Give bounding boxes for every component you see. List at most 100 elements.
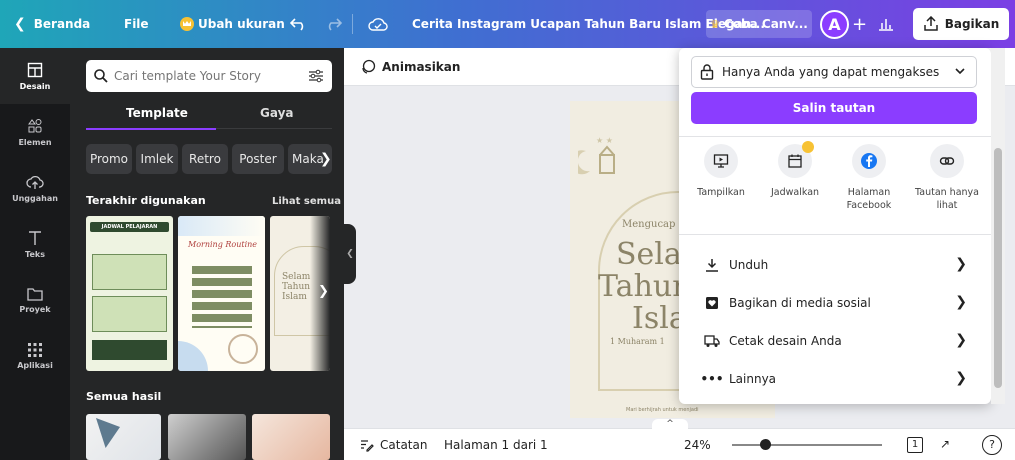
cloud-save-status[interactable] xyxy=(368,0,388,48)
rail-label: Elemen xyxy=(18,137,52,147)
rail-item-apps[interactable]: Aplikasi xyxy=(0,328,70,384)
chevron-up-icon[interactable]: ^ xyxy=(652,419,688,431)
share-option-label: Halaman Facebook xyxy=(846,187,892,211)
share-button[interactable]: Bagikan xyxy=(913,8,1009,40)
back-home-button[interactable]: ❮ Beranda xyxy=(14,0,90,48)
chevron-right-icon[interactable]: ❯ xyxy=(318,284,329,299)
try-canva-label: Coba Canv... xyxy=(723,17,808,31)
truck-icon xyxy=(703,334,721,348)
download-row[interactable]: Unduh ❯ xyxy=(679,246,991,284)
recent-template-islamic[interactable]: Selam Tahun Islam ❯ xyxy=(270,216,330,371)
collapse-panel-button[interactable]: ❮ xyxy=(344,224,356,284)
rail-item-uploads[interactable]: Unggahan xyxy=(0,160,70,216)
share-label: Bagikan xyxy=(944,17,1000,31)
routine-title: Morning Routine xyxy=(188,240,258,249)
animate-button[interactable]: Animasikan xyxy=(360,59,460,75)
page-indicator[interactable]: Halaman 1 dari 1 xyxy=(444,438,548,452)
redo-icon xyxy=(328,18,342,31)
apps-icon xyxy=(28,342,42,357)
chip-promo[interactable]: Promo xyxy=(86,144,132,174)
avatar[interactable]: A xyxy=(820,10,849,39)
facebook-icon xyxy=(852,144,886,178)
chevron-right-icon: ❯ xyxy=(955,370,967,386)
rail-item-text[interactable]: Teks xyxy=(0,216,70,272)
design-icon xyxy=(27,62,43,77)
active-tab-indicator xyxy=(86,128,216,130)
crown-badge-icon xyxy=(802,141,814,153)
scrollbar-thumb[interactable] xyxy=(994,148,1002,388)
access-dropdown[interactable]: Hanya Anda yang dapat mengakses xyxy=(691,56,977,88)
filter-icon[interactable] xyxy=(308,68,324,84)
popup-scrollbar[interactable] xyxy=(991,48,1005,404)
notes-button[interactable]: Catatan xyxy=(360,438,427,452)
share-option-present[interactable]: Tampilkan xyxy=(685,144,757,199)
crown-small-icon: ♛ xyxy=(710,17,720,31)
schedule-footer xyxy=(92,340,167,360)
lantern-decor: ★ ★ xyxy=(570,121,628,181)
rail-label: Desain xyxy=(19,81,51,91)
zoom-slider-handle[interactable] xyxy=(760,439,771,450)
search-icon xyxy=(94,69,108,83)
share-social-row[interactable]: Bagikan di media sosial ❯ xyxy=(679,284,991,322)
resize-label: Ubah ukuran xyxy=(198,17,285,31)
help-button[interactable]: ? xyxy=(982,435,1002,455)
schedule-grid-top xyxy=(92,254,167,290)
try-canva-pro-button[interactable]: ♛ Coba Canv... xyxy=(706,10,812,38)
result-thumb-2[interactable] xyxy=(168,414,246,460)
more-row[interactable]: ••• Lainnya ❯ xyxy=(679,360,991,398)
animate-icon xyxy=(362,59,376,74)
svg-text:★ ★: ★ ★ xyxy=(596,136,613,145)
share-option-view-link[interactable]: Tautan hanya lihat xyxy=(911,144,983,212)
copy-link-button[interactable]: Salin tautan xyxy=(691,92,977,124)
chip-poster[interactable]: Poster xyxy=(232,144,284,174)
chevron-right-icon[interactable]: ❯ xyxy=(320,151,332,167)
see-all-link[interactable]: Lihat semua xyxy=(272,196,341,207)
notes-label: Catatan xyxy=(380,438,428,452)
zoom-slider-track[interactable] xyxy=(732,444,882,446)
fullscreen-icon[interactable]: ↗ xyxy=(940,437,950,451)
download-icon xyxy=(703,258,721,272)
recent-template-schedule[interactable]: JADWAL PELAJARAN xyxy=(86,216,173,371)
result-thumb-3[interactable] xyxy=(252,414,330,460)
undo-button[interactable] xyxy=(290,0,308,48)
chip-imlek[interactable]: Imlek xyxy=(136,144,178,174)
help-icon: ? xyxy=(989,438,995,451)
rail-label: Teks xyxy=(25,249,45,259)
routine-checklist xyxy=(192,266,252,328)
rail-item-elements[interactable]: Elemen xyxy=(0,104,70,160)
heart-box-icon xyxy=(703,296,721,310)
design-footer: Mari berhijrah untuk menjadi xyxy=(626,407,699,413)
template-search[interactable] xyxy=(86,60,332,92)
all-results-title: Semua hasil xyxy=(86,390,162,403)
share-option-label: Jadwalkan xyxy=(770,187,820,198)
text-icon xyxy=(29,230,41,245)
more-icon: ••• xyxy=(700,372,724,386)
rail-item-design[interactable]: Desain xyxy=(0,48,70,104)
chevron-right-icon: ❯ xyxy=(955,294,967,310)
print-design-row[interactable]: Cetak desain Anda ❯ xyxy=(679,322,991,360)
routine-flower xyxy=(228,334,258,364)
design-greeting: Mengucap xyxy=(622,219,676,230)
file-menu-button[interactable]: File xyxy=(124,0,149,48)
tab-style[interactable]: Gaya xyxy=(260,106,294,120)
share-option-facebook[interactable]: Halaman Facebook xyxy=(833,144,905,212)
analytics-button[interactable] xyxy=(878,0,894,48)
recent-template-morning-routine[interactable]: Morning Routine xyxy=(178,216,265,371)
rail-item-projects[interactable]: Proyek xyxy=(0,272,70,328)
redo-button[interactable] xyxy=(324,0,342,48)
lock-icon xyxy=(700,64,714,80)
undo-icon xyxy=(290,18,304,31)
zoom-level[interactable]: 24% xyxy=(684,438,711,452)
page-grid-icon[interactable]: 1 xyxy=(907,437,923,453)
top-bar: ❮ Beranda File Ubah ukuran Cerita Instag… xyxy=(0,0,1015,48)
tab-template[interactable]: Template xyxy=(126,106,188,120)
design-date: 1 Muharam 1 xyxy=(610,337,665,346)
plus-icon: + xyxy=(852,13,868,35)
chip-retro[interactable]: Retro xyxy=(182,144,228,174)
add-member-button[interactable]: + xyxy=(852,0,867,48)
resize-button[interactable]: Ubah ukuran xyxy=(180,0,285,48)
result-thumb-1[interactable] xyxy=(86,414,161,460)
share-option-label: Tampilkan xyxy=(697,187,745,198)
search-input[interactable] xyxy=(114,69,284,83)
share-option-schedule[interactable]: Jadwalkan xyxy=(759,141,831,199)
